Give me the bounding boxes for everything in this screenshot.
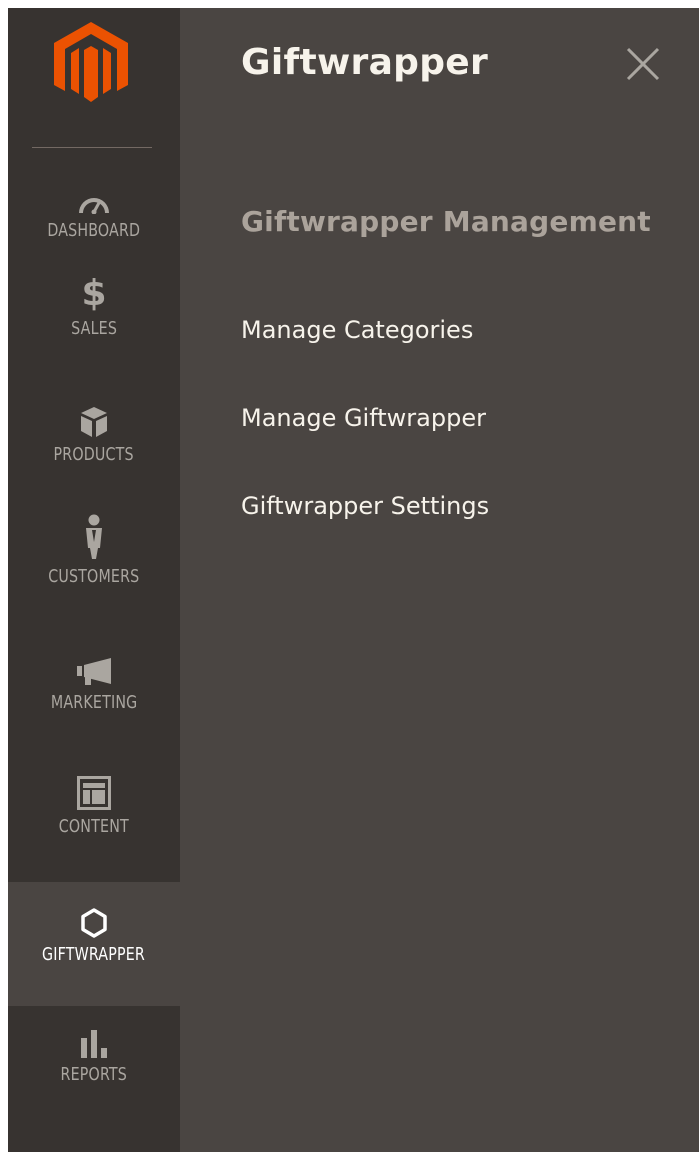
- giftwrapper-settings-link[interactable]: Giftwrapper Settings: [241, 492, 489, 520]
- sidebar-item-label: GIFTWRAPPER: [42, 944, 146, 965]
- sidebar-item-customers[interactable]: CUSTOMERS: [8, 510, 180, 634]
- sidebar-nav: DASHBOARD $ SALES PRODUCTS CUSTOMERS MAR…: [8, 158, 180, 1130]
- person-icon: [83, 510, 105, 560]
- sidebar-item-giftwrapper[interactable]: GIFTWRAPPER: [8, 882, 180, 1006]
- magento-logo-icon[interactable]: [54, 22, 128, 104]
- sidebar-item-reports[interactable]: REPORTS: [8, 1006, 180, 1130]
- section-title: Giftwrapper Management: [241, 205, 651, 238]
- sidebar-item-content[interactable]: CONTENT: [8, 758, 180, 882]
- sidebar-divider: [32, 147, 152, 148]
- manage-giftwrapper-link[interactable]: Manage Giftwrapper: [241, 404, 486, 432]
- sidebar-item-label: CUSTOMERS: [48, 566, 140, 587]
- manage-categories-link[interactable]: Manage Categories: [241, 316, 473, 344]
- admin-menu-frame: DASHBOARD $ SALES PRODUCTS CUSTOMERS MAR…: [8, 8, 699, 1152]
- sidebar-item-dashboard[interactable]: DASHBOARD: [8, 158, 180, 262]
- bar-chart-icon: [79, 1014, 109, 1058]
- logo-area: [8, 8, 180, 148]
- sidebar-item-label: CONTENT: [58, 816, 130, 837]
- submenu-panel: Giftwrapper Giftwrapper Management Manag…: [180, 8, 699, 1152]
- layout-icon: [77, 762, 111, 810]
- sidebar-item-label: PRODUCTS: [53, 444, 135, 465]
- box-icon: [79, 394, 109, 438]
- hexagon-icon: [81, 894, 107, 938]
- sidebar-item-sales[interactable]: $ SALES: [8, 262, 180, 386]
- sidebar-item-marketing[interactable]: MARKETING: [8, 634, 180, 758]
- close-button[interactable]: [625, 46, 661, 82]
- sidebar-item-label: DASHBOARD: [47, 220, 141, 241]
- close-icon: [626, 47, 660, 81]
- sidebar-item-label: REPORTS: [60, 1064, 128, 1085]
- admin-sidebar: DASHBOARD $ SALES PRODUCTS CUSTOMERS MAR…: [8, 8, 180, 1152]
- sidebar-item-products[interactable]: PRODUCTS: [8, 386, 180, 510]
- megaphone-icon: [75, 642, 113, 686]
- sidebar-item-label: SALES: [71, 318, 117, 339]
- dashboard-icon: [77, 184, 111, 214]
- sidebar-item-label: MARKETING: [50, 692, 138, 713]
- dollar-icon: $: [81, 273, 107, 314]
- panel-title: Giftwrapper: [241, 42, 489, 83]
